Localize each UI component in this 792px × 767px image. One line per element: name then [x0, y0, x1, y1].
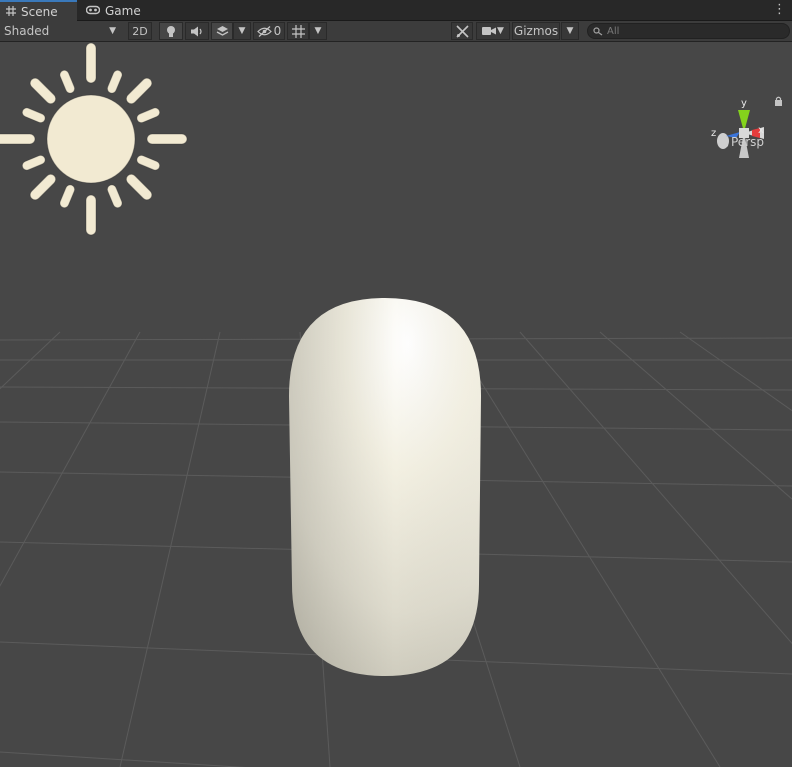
sun-icon — [0, 42, 188, 236]
grid-toggle-button[interactable] — [287, 22, 309, 40]
chevron-down-icon: ▼ — [497, 26, 504, 36]
gizmos-label: Gizmos — [513, 24, 559, 38]
chevron-down-icon: ▼ — [314, 26, 322, 36]
tab-bar: Scene Game ⋮ — [0, 0, 792, 21]
lightbulb-icon — [167, 25, 175, 37]
camera-icon — [482, 27, 497, 35]
gamepad-icon — [85, 4, 101, 18]
camera-settings-button[interactable]: ▼ — [476, 22, 510, 40]
audio-toggle-button[interactable] — [185, 22, 209, 40]
orientation-gizmo[interactable]: y x z — [708, 96, 778, 166]
projection-toggle[interactable]: Persp — [718, 135, 764, 149]
scene-visibility-button[interactable]: 0 — [253, 22, 285, 40]
z-axis-label: z — [711, 128, 716, 139]
scene-toolbar: Shaded ▼ 2D ▼ 0 ▼ ▼ Gizmos ▼ — [0, 21, 792, 42]
toggle-2d-label: 2D — [132, 24, 148, 38]
draw-mode-dropdown[interactable]: Shaded ▼ — [0, 22, 120, 40]
tools-button[interactable] — [451, 22, 473, 40]
tab-scene[interactable]: Scene — [0, 0, 77, 21]
tab-scene-label: Scene — [21, 4, 58, 19]
hash-icon — [6, 5, 16, 19]
grid-dropdown-button[interactable]: ▼ — [309, 22, 327, 40]
more-options-icon[interactable]: ⋮ — [773, 2, 786, 18]
search-icon — [593, 26, 603, 35]
hidden-eye-icon — [256, 25, 272, 37]
gizmos-button[interactable]: Gizmos — [512, 22, 560, 40]
scene-viewport[interactable]: y x z Persp — [0, 42, 792, 767]
grid-icon — [291, 24, 305, 38]
projection-label: Persp — [731, 135, 764, 149]
search-field[interactable] — [587, 23, 790, 39]
tab-game-label: Game — [105, 3, 141, 18]
gizmos-dropdown-button[interactable]: ▼ — [561, 22, 579, 40]
perspective-icon — [718, 137, 729, 147]
tools-icon — [455, 24, 469, 38]
layers-icon — [216, 26, 228, 36]
lighting-toggle-button[interactable] — [159, 22, 183, 40]
tab-game[interactable]: Game — [80, 0, 144, 21]
lock-icon[interactable] — [774, 96, 783, 106]
chevron-down-icon: ▼ — [238, 26, 246, 36]
speaker-icon — [190, 26, 202, 36]
chevron-down-icon: ▼ — [109, 26, 116, 36]
toggle-2d-button[interactable]: 2D — [128, 22, 152, 40]
effects-dropdown-button[interactable]: ▼ — [233, 22, 251, 40]
search-input[interactable] — [607, 25, 777, 37]
effects-toggle-button[interactable] — [211, 22, 233, 40]
chevron-down-icon: ▼ — [566, 26, 574, 36]
hidden-count: 0 — [273, 24, 282, 38]
y-axis-label: y — [741, 98, 747, 109]
draw-mode-value: Shaded — [4, 24, 50, 38]
capsule-object — [289, 298, 481, 676]
